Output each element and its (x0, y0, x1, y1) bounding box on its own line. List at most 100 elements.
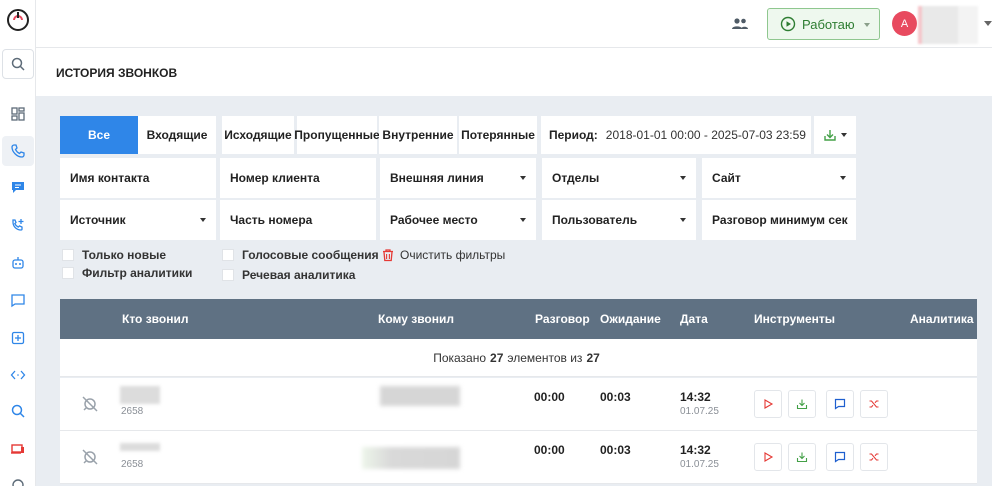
sidebar-item-integrations[interactable] (2, 360, 34, 390)
checkbox-box[interactable] (222, 269, 234, 281)
chat-icon (12, 182, 24, 193)
source-label: Источник (70, 213, 126, 227)
devices-icon (11, 444, 24, 454)
clear-filters-button[interactable]: Очистить фильтры (381, 248, 505, 262)
page-title: ИСТОРИЯ ЗВОНКОВ (56, 66, 178, 80)
checkbox-box[interactable] (62, 267, 74, 279)
table-header: Кто звонил Кому звонил Разговор Ожидание… (60, 299, 977, 339)
people-icon[interactable] (730, 14, 750, 34)
speech-analytics-label: Речевая аналитика (242, 268, 356, 282)
call-history-content: Все Входящие Исходящие Пропущенные Внутр… (36, 96, 992, 486)
work-status-label: Работаю (802, 16, 855, 32)
column-tools: Инструменты (754, 312, 836, 326)
work-status-button[interactable]: Работаю (767, 8, 880, 40)
caller-name-redacted (120, 443, 160, 451)
play-button[interactable] (754, 443, 782, 471)
caller-extension: 2658 (121, 406, 144, 417)
comment-icon (834, 398, 846, 410)
chevron-down-icon (680, 218, 686, 222)
sidebar-item-messages[interactable] (2, 285, 34, 315)
export-button[interactable] (814, 116, 856, 154)
trash-icon (383, 249, 393, 262)
user-select[interactable]: Пользователь (542, 200, 696, 240)
sidebar-item-add-box[interactable] (2, 323, 34, 353)
sidebar-item-add-call[interactable] (2, 210, 34, 240)
phone-off-icon (82, 396, 98, 412)
comment-icon (834, 451, 846, 463)
period-label: Период: (549, 128, 598, 142)
download-button[interactable] (788, 390, 816, 418)
sidebar-item-search[interactable] (2, 49, 34, 79)
talk-duration: 00:00 (534, 390, 565, 404)
search-icon (11, 404, 25, 418)
logo-icon[interactable] (6, 8, 30, 32)
departments-select[interactable]: Отделы (542, 158, 696, 198)
sidebar-item-chats[interactable] (2, 172, 34, 202)
voice-messages-checkbox[interactable]: Голосовые сообщения (222, 248, 379, 262)
sidebar-item-dashboard[interactable] (2, 99, 34, 129)
speech-analytics-checkbox[interactable]: Речевая аналитика (222, 268, 355, 282)
site-select[interactable]: Сайт (702, 158, 856, 198)
phone-off-icon (82, 449, 98, 465)
avatar[interactable]: A (892, 11, 917, 36)
chevron-down-icon (864, 23, 870, 27)
phone-icon (11, 144, 25, 158)
period-picker[interactable]: Период: 2018-01-01 00:00 - 2025-07-03 23… (541, 116, 811, 154)
column-wait[interactable]: Ожидание (600, 312, 661, 326)
checkbox-box[interactable] (62, 249, 74, 261)
site-label: Сайт (712, 171, 741, 185)
min-talk-label: Разговор минимум сек (712, 213, 848, 227)
tab-incoming[interactable]: Входящие (138, 116, 216, 154)
sidebar-item-calls[interactable] (2, 136, 34, 166)
workplace-select[interactable]: Рабочее место (380, 200, 536, 240)
min-talk-field[interactable]: Разговор минимум сек (702, 200, 856, 240)
number-part-field[interactable]: Часть номера (220, 200, 376, 240)
departments-label: Отделы (552, 171, 600, 185)
call-date: 01.07.25 (680, 406, 719, 417)
sidebar-item-more[interactable] (2, 470, 34, 486)
transfer-button[interactable] (860, 390, 888, 418)
only-new-checkbox[interactable]: Только новые (62, 248, 166, 262)
table-summary: Показано 27 элементов из 27 (60, 339, 977, 377)
callee-redacted (380, 386, 460, 406)
play-button[interactable] (754, 390, 782, 418)
source-select[interactable]: Источник (60, 200, 216, 240)
comment-button[interactable] (826, 443, 854, 471)
transfer-button[interactable] (860, 443, 888, 471)
download-icon (824, 130, 836, 141)
tab-internal[interactable]: Внутренние (379, 116, 457, 154)
table-row[interactable]: 2658 00:00 00:03 14:32 01.07.25 (60, 431, 977, 484)
checkbox-box[interactable] (222, 249, 234, 261)
tab-all[interactable]: Все (60, 116, 138, 154)
table-row[interactable]: 2658 00:00 00:03 14:32 01.07.25 (60, 378, 977, 431)
client-number-field[interactable]: Номер клиента (220, 158, 376, 198)
tab-outgoing[interactable]: Исходящие (222, 116, 294, 154)
external-line-label: Внешняя линия (390, 171, 484, 185)
sidebar-item-search-2[interactable] (2, 396, 34, 426)
analytics-filter-checkbox[interactable]: Фильтр аналитики (62, 266, 192, 280)
user-name-redacted[interactable] (918, 6, 978, 44)
tab-missed[interactable]: Пропущенные (294, 116, 380, 154)
sidebar-item-bot[interactable] (2, 248, 34, 278)
download-icon (796, 452, 808, 463)
chevron-down-icon (200, 218, 206, 222)
clear-filters-label: Очистить фильтры (400, 248, 506, 262)
user-label: Пользователь (552, 213, 638, 227)
column-callee[interactable]: Кому звонил (378, 312, 454, 326)
sidebar-item-devices[interactable] (2, 434, 34, 464)
chevron-down-icon[interactable] (984, 21, 992, 26)
chevron-down-icon (520, 176, 526, 180)
workplace-label: Рабочее место (390, 213, 478, 227)
external-line-select[interactable]: Внешняя линия (380, 158, 536, 198)
column-talk[interactable]: Разговор (535, 312, 590, 326)
comment-button[interactable] (826, 390, 854, 418)
analytics-filter-label: Фильтр аналитики (82, 266, 193, 280)
column-caller[interactable]: Кто звонил (122, 312, 188, 326)
column-date[interactable]: Дата (680, 312, 708, 326)
contact-name-field[interactable]: Имя контакта (60, 158, 216, 198)
chevron-down-icon (680, 176, 686, 180)
wait-duration: 00:03 (600, 443, 631, 457)
tab-lost[interactable]: Потерянные (459, 116, 537, 154)
download-button[interactable] (788, 443, 816, 471)
number-part-label: Часть номера (230, 213, 313, 227)
